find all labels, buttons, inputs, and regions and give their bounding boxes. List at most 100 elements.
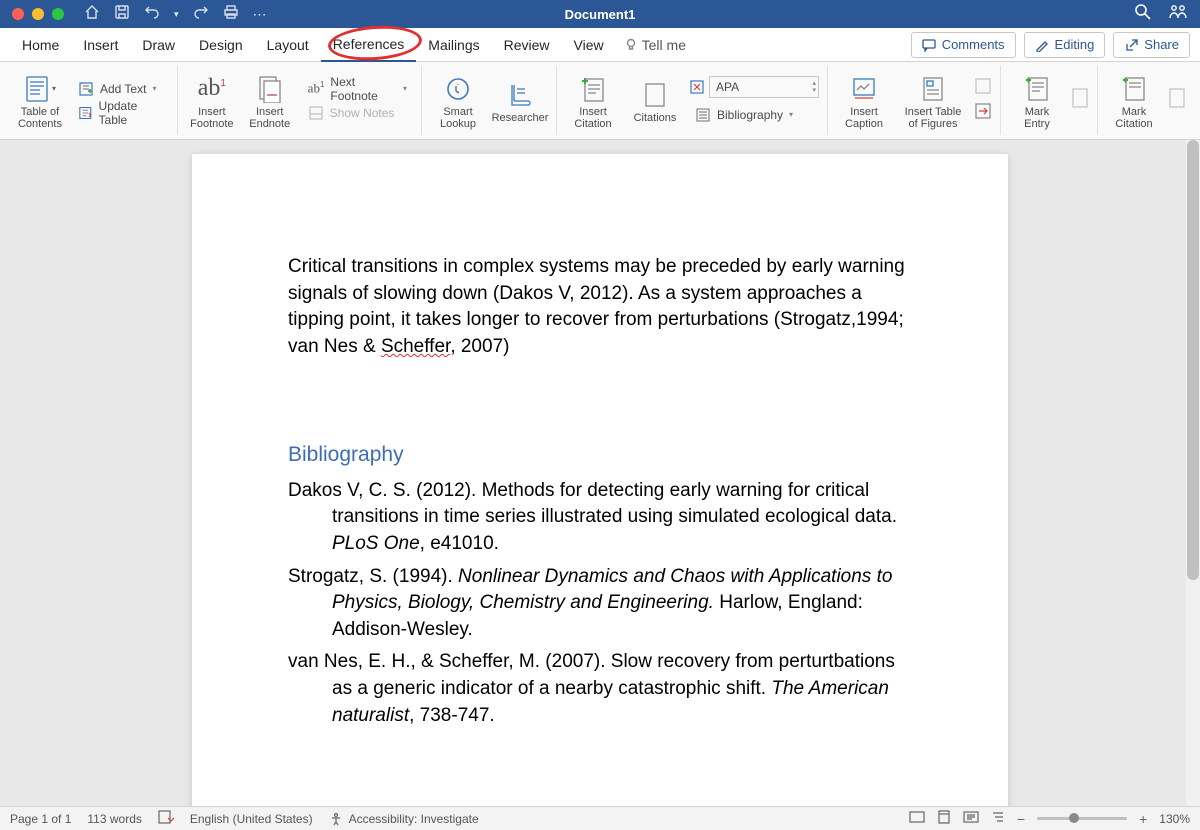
mark-citation-button[interactable]: Mark Citation (1106, 68, 1162, 134)
insert-tof-button[interactable]: Insert Table of Figures (898, 68, 968, 134)
citations-button[interactable]: Citations (627, 68, 683, 134)
share-icon (1124, 38, 1138, 52)
tab-layout[interactable]: Layout (255, 28, 321, 62)
add-text-label: Add Text (100, 82, 146, 96)
insert-endnote-label: Insert Endnote (249, 106, 290, 130)
title-bar: ▾ ⋯ Document1 (0, 0, 1200, 28)
more-icon[interactable]: ⋯ (253, 6, 267, 23)
share-people-icon[interactable] (1168, 3, 1188, 26)
insert-caption-button[interactable]: Insert Caption (836, 68, 892, 134)
body-paragraph[interactable]: Critical transitions in complex systems … (288, 254, 912, 360)
close-window-icon[interactable] (12, 8, 24, 20)
comment-icon (922, 38, 936, 52)
chevron-down-icon[interactable]: ▾ (174, 9, 179, 20)
print-layout-icon[interactable] (937, 810, 951, 827)
document-canvas[interactable]: Critical transitions in complex systems … (0, 140, 1200, 806)
tab-mailings[interactable]: Mailings (416, 28, 491, 62)
mark-entry-label: Mark Entry (1024, 106, 1050, 130)
mark-citation-label: Mark Citation (1115, 106, 1152, 130)
table-of-contents-button[interactable]: ▾ Table of Contents (14, 68, 66, 134)
accessibility-status[interactable]: Accessibility: Investigate (329, 812, 479, 826)
share-button[interactable]: Share (1113, 32, 1190, 58)
document-title: Document1 (565, 7, 636, 22)
mark-entry-button[interactable]: Mark Entry (1009, 68, 1065, 134)
next-footnote-icon: ab1 (308, 80, 325, 96)
insert-footnote-button[interactable]: ab1 Insert Footnote (186, 68, 238, 134)
caption-icon (851, 76, 877, 102)
mark-entry-icon (1024, 75, 1050, 103)
focus-mode-icon[interactable] (909, 811, 925, 826)
smart-lookup-button[interactable]: Smart Lookup (430, 68, 486, 134)
show-notes-label: Show Notes (330, 106, 395, 120)
tab-view[interactable]: View (562, 28, 616, 62)
zoom-thumb[interactable] (1069, 813, 1079, 823)
bibliography-heading[interactable]: Bibliography (288, 440, 912, 469)
group-footnotes: ab1 Insert Footnote Insert Endnote ab1 N… (178, 66, 422, 135)
zoom-value[interactable]: 130% (1159, 812, 1190, 826)
tab-draw[interactable]: Draw (130, 28, 187, 62)
status-words[interactable]: 113 words (87, 812, 141, 826)
tab-home[interactable]: Home (10, 28, 71, 62)
group-authorities: Mark Citation (1098, 66, 1194, 135)
editing-button[interactable]: Editing (1024, 32, 1106, 58)
tab-insert[interactable]: Insert (71, 28, 130, 62)
save-icon[interactable] (114, 4, 130, 25)
tab-references[interactable]: References (321, 28, 417, 62)
zoom-in-icon[interactable]: + (1139, 811, 1147, 827)
print-icon[interactable] (223, 4, 239, 25)
bulb-icon (624, 38, 638, 52)
insert-index-icon[interactable] (1071, 87, 1089, 114)
mark-citation-icon (1121, 75, 1147, 103)
update-table-button[interactable]: Update Table (72, 102, 169, 124)
window-controls (12, 8, 64, 20)
bib-entry-1[interactable]: Dakos V, C. S. (2012). Methods for detec… (288, 478, 912, 558)
next-footnote-button[interactable]: ab1 Next Footnote ▾ (302, 78, 413, 100)
insert-citation-button[interactable]: Insert Citation (565, 68, 621, 134)
add-text-button[interactable]: Add Text ▾ (72, 78, 169, 100)
bibliography-button[interactable]: Bibliography ▾ (689, 104, 819, 126)
document-page[interactable]: Critical transitions in complex systems … (192, 154, 1008, 806)
tab-right-actions: Comments Editing Share (911, 32, 1190, 58)
citations-label: Citations (634, 112, 677, 124)
search-icon[interactable] (1134, 3, 1152, 26)
update-tof-icon[interactable] (974, 77, 992, 100)
tab-design[interactable]: Design (187, 28, 255, 62)
spellcheck-icon[interactable] (158, 810, 174, 827)
comments-button[interactable]: Comments (911, 32, 1016, 58)
cross-ference-icon[interactable] (974, 102, 992, 125)
group-toc: ▾ Table of Contents Add Text ▾ Update Ta… (6, 66, 178, 135)
tab-review[interactable]: Review (492, 28, 562, 62)
insert-toa-icon[interactable] (1168, 87, 1186, 114)
title-right (1134, 3, 1188, 26)
web-layout-icon[interactable] (963, 811, 979, 826)
bib-entry-3[interactable]: van Nes, E. H., & Scheffer, M. (2007). S… (288, 649, 912, 729)
add-text-icon (78, 81, 94, 97)
citations-icon (643, 81, 667, 109)
status-language[interactable]: English (United States) (190, 812, 313, 826)
outline-icon[interactable] (991, 811, 1005, 826)
insert-tof-label: Insert Table of Figures (905, 106, 962, 130)
accessibility-label: Accessibility: Investigate (349, 812, 479, 826)
insert-endnote-button[interactable]: Insert Endnote (244, 68, 296, 134)
tell-me[interactable]: Tell me (624, 37, 686, 53)
redo-icon[interactable] (193, 4, 209, 25)
endnote-icon (257, 75, 283, 103)
zoom-slider[interactable] (1037, 817, 1127, 820)
show-notes-button[interactable]: Show Notes (302, 102, 413, 124)
zoom-out-icon[interactable]: − (1017, 811, 1025, 827)
show-notes-icon (308, 105, 324, 121)
vertical-scrollbar[interactable] (1186, 140, 1200, 806)
undo-icon[interactable] (144, 4, 160, 25)
researcher-button[interactable]: Researcher (492, 68, 548, 134)
style-icon (689, 79, 705, 95)
minimize-window-icon[interactable] (32, 8, 44, 20)
bib-entry-2[interactable]: Strogatz, S. (1994). Nonlinear Dynamics … (288, 564, 912, 644)
insert-footnote-label: Insert Footnote (190, 106, 233, 130)
citation-style-combo[interactable]: APA ▴▾ (709, 76, 819, 98)
status-page[interactable]: Page 1 of 1 (10, 812, 71, 826)
smart-lookup-label: Smart Lookup (440, 106, 476, 130)
home-icon[interactable] (84, 4, 100, 25)
update-table-label: Update Table (99, 99, 163, 127)
scrollbar-thumb[interactable] (1187, 140, 1199, 580)
maximize-window-icon[interactable] (52, 8, 64, 20)
